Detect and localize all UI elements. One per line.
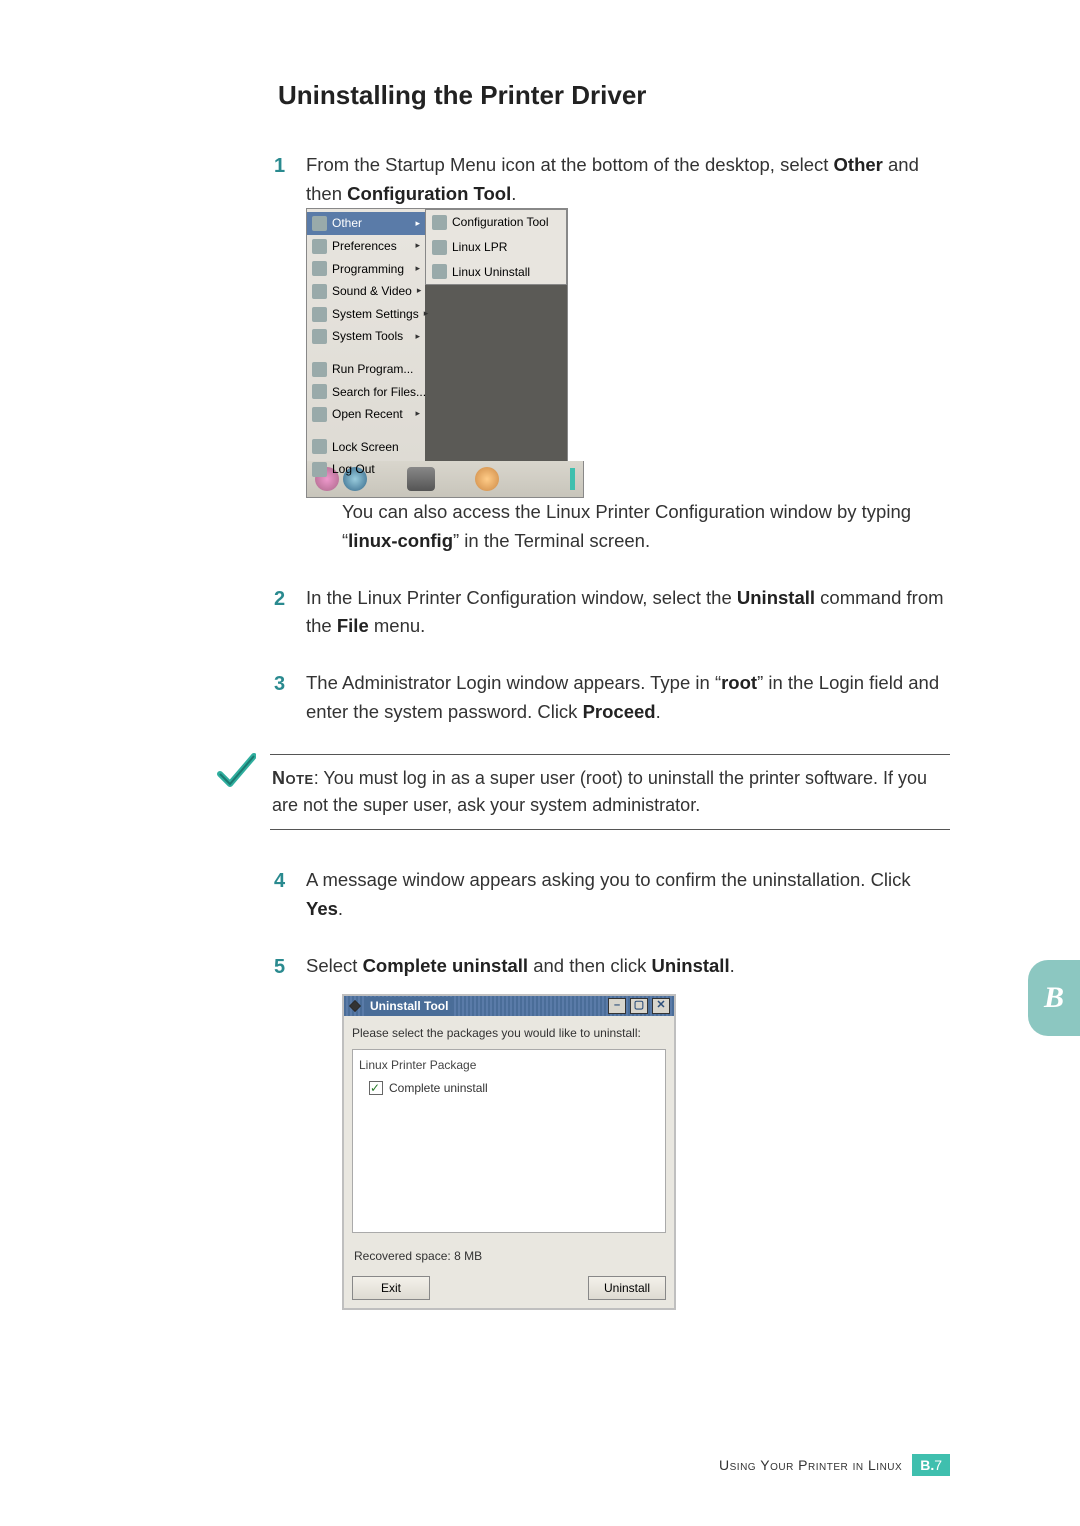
window-menu-icon[interactable] [349, 1000, 361, 1012]
checkbox-complete-uninstall[interactable]: Complete uninstall [369, 1079, 659, 1098]
menu-item-search-files[interactable]: Search for Files... [307, 381, 425, 404]
menu-item-preferences[interactable]: Preferences▸ [307, 235, 425, 258]
menu-item-system-settings[interactable]: System Settings▸ [307, 303, 425, 326]
step-5: 5 Select Complete uninstall and then cli… [270, 952, 950, 1310]
minimize-button[interactable]: – [608, 998, 626, 1014]
menu-item-programming[interactable]: Programming▸ [307, 258, 425, 281]
step-4: 4 A message window appears asking you to… [270, 866, 950, 923]
preferences-icon [312, 239, 327, 254]
package-group-label: Linux Printer Package [359, 1056, 659, 1075]
screenshot-uninstall-tool: Uninstall Tool – ▢ ✕ Please select the p… [342, 994, 676, 1309]
step-text: The Administrator Login window appears. … [306, 672, 939, 722]
step-number: 5 [274, 952, 285, 983]
screenshot-start-menu: Other▸ Preferences▸ Programming▸ Sound &… [306, 208, 568, 462]
uninstall-icon [432, 264, 447, 279]
note-block: Note: You must log in as a super user (r… [240, 754, 950, 830]
submenu-item-linux-lpr[interactable]: Linux LPR [426, 235, 566, 260]
config-icon [432, 215, 447, 230]
logout-icon [312, 462, 327, 477]
step-1-followup: You can also access the Linux Printer Co… [342, 498, 950, 555]
programming-icon [312, 261, 327, 276]
submenu-item-config-tool[interactable]: Configuration Tool [426, 210, 566, 235]
package-list: Linux Printer Package Complete uninstall [352, 1049, 666, 1233]
run-icon [312, 362, 327, 377]
step-text: In the Linux Printer Configuration windo… [306, 587, 944, 637]
note-label: Note [272, 768, 314, 788]
menu-item-lock-screen[interactable]: Lock Screen [307, 436, 425, 459]
chevron-right-icon: ▸ [415, 217, 420, 231]
page-number-badge: B.7 [912, 1454, 950, 1476]
window-title: Uninstall Tool [366, 997, 452, 1016]
folder-icon [312, 216, 327, 231]
close-button[interactable]: ✕ [652, 998, 670, 1014]
footer-section-title: Using Your Printer in Linux [719, 1457, 902, 1473]
step-1: 1 From the Startup Menu icon at the bott… [270, 151, 950, 556]
tools-icon [312, 329, 327, 344]
instruction-text: Please select the packages you would lik… [352, 1024, 666, 1043]
submenu-other: Configuration Tool Linux LPR Linux Unins… [425, 209, 567, 285]
step-number: 4 [274, 866, 285, 897]
recovered-space: Recovered space: 8 MB [354, 1247, 666, 1266]
maximize-button[interactable]: ▢ [630, 998, 648, 1014]
menu-item-run-program[interactable]: Run Program... [307, 358, 425, 381]
note-text: : You must log in as a super user (root)… [272, 768, 927, 815]
search-icon [312, 384, 327, 399]
step-text: Select Complete uninstall and then click… [306, 955, 735, 976]
step-number: 1 [274, 151, 285, 182]
menu-item-open-recent[interactable]: Open Recent▸ [307, 403, 425, 426]
page-title: Uninstalling the Printer Driver [278, 80, 950, 111]
sound-icon [312, 284, 327, 299]
disc-icon[interactable] [475, 467, 499, 491]
menu-item-log-out[interactable]: Log Out [307, 458, 425, 481]
printer-icon [432, 240, 447, 255]
recent-icon [312, 407, 327, 422]
checkbox-label: Complete uninstall [389, 1079, 488, 1098]
step-number: 2 [274, 584, 285, 615]
lock-icon [312, 439, 327, 454]
step-number: 3 [274, 669, 285, 700]
menu-item-sound-video[interactable]: Sound & Video▸ [307, 280, 425, 303]
menu-item-system-tools[interactable]: System Tools▸ [307, 325, 425, 348]
note-checkmark-icon [216, 752, 256, 792]
section-tab-b: B [1028, 960, 1080, 1036]
submenu-item-linux-uninstall[interactable]: Linux Uninstall [426, 260, 566, 285]
exit-button[interactable]: Exit [352, 1276, 430, 1300]
step-3: 3 The Administrator Login window appears… [270, 669, 950, 726]
tray-indicator [570, 468, 575, 490]
uninstall-button[interactable]: Uninstall [588, 1276, 666, 1300]
step-2: 2 In the Linux Printer Configuration win… [270, 584, 950, 641]
menu-item-other[interactable]: Other▸ [307, 212, 425, 235]
settings-icon [312, 307, 327, 322]
checkbox-icon[interactable] [369, 1081, 383, 1095]
step-text: From the Startup Menu icon at the bottom… [306, 154, 919, 204]
step-text: A message window appears asking you to c… [306, 869, 911, 919]
window-titlebar[interactable]: Uninstall Tool – ▢ ✕ [344, 996, 674, 1016]
page-footer: Using Your Printer in Linux B.7 [719, 1454, 950, 1476]
